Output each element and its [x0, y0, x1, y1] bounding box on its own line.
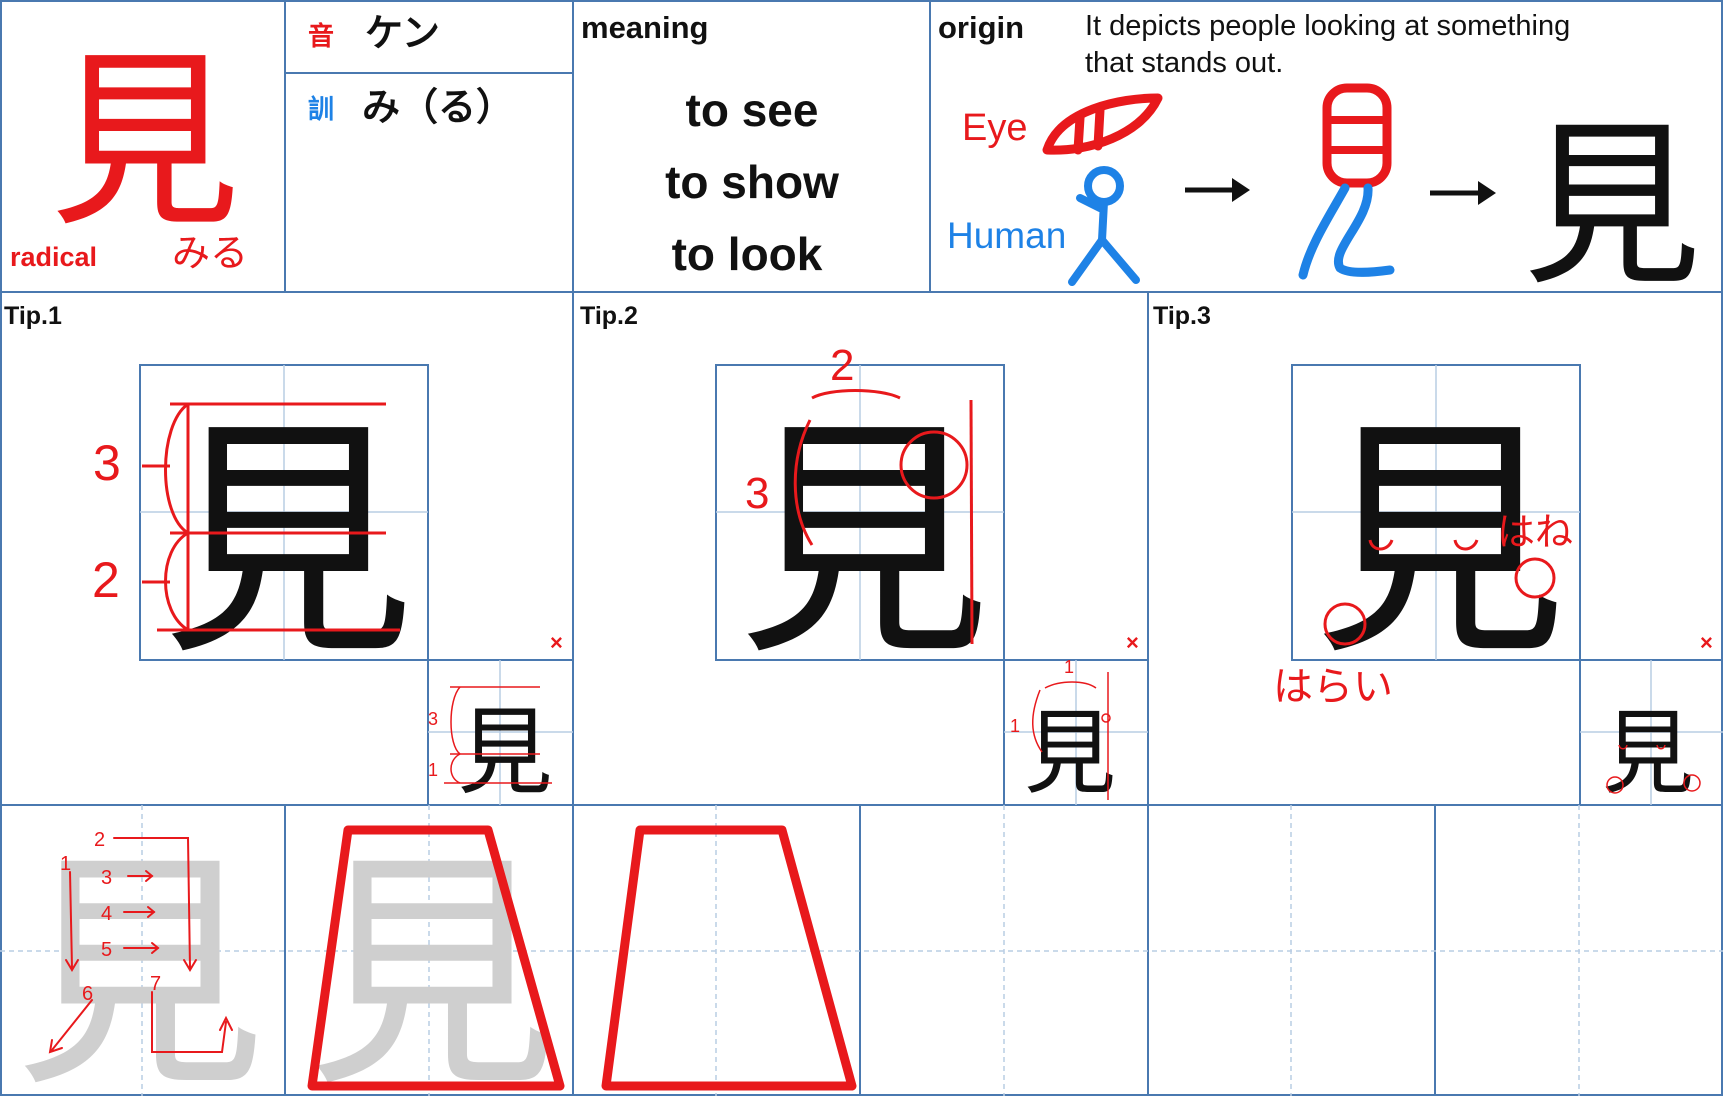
tip-3: Tip.3 見 はね はらい × 見	[1153, 302, 1713, 807]
practice-box-6[interactable]	[1436, 806, 1722, 1095]
kun-reading: み（る）	[362, 85, 514, 129]
meaning-cell: meaning to see to show to look	[581, 10, 839, 280]
human-figure-icon	[1068, 166, 1140, 286]
tip-1-small-ratio-bottom: 1	[428, 760, 438, 780]
tip-3-harai-label: はらい	[1273, 664, 1393, 710]
main-kanji: 見	[50, 32, 240, 253]
meaning-2: to show	[665, 156, 839, 208]
arrow-right-icon-2	[1430, 181, 1496, 205]
shape-trapezoid-outline	[601, 825, 857, 1091]
meaning-title: meaning	[581, 10, 708, 45]
tip-1-small-ratio-top: 3	[428, 709, 438, 729]
tip-2-title: Tip.2	[580, 302, 638, 330]
radical-label: radical	[10, 242, 97, 272]
tip-3-small-kanji: 見	[1602, 700, 1694, 807]
origin-cell: origin It depicts people looking at some…	[938, 10, 1701, 310]
tip-1-small-kanji: 見	[457, 698, 552, 808]
stroke-number-6: 6	[82, 983, 93, 1005]
meaning-3: to look	[672, 228, 823, 280]
trace-cell: 見	[307, 825, 565, 1096]
origin-text-2: that stands out.	[1085, 47, 1283, 79]
stroke-number-3: 3	[101, 867, 112, 889]
tip-3-hane-label: はね	[1497, 510, 1573, 554]
tip-2-small-label-left: 1	[1010, 716, 1020, 736]
tip-1-ratio-top: 3	[93, 435, 121, 491]
on-badge: 音	[308, 21, 334, 52]
stroke-number-5: 5	[101, 939, 112, 961]
stroke-number-1: 1	[60, 853, 71, 875]
meaning-1: to see	[686, 84, 819, 136]
main-kanji-cell: 見 radical みる	[10, 32, 248, 275]
readings-cell: 音 ケン 訓 み（る）	[308, 11, 514, 129]
radical-reading: みる	[172, 231, 248, 275]
tip-2-close-icon: ×	[1126, 630, 1139, 655]
stroke-order-cell: 見 1 2 3 4 5 6 7	[15, 829, 265, 1096]
human-label: Human	[947, 215, 1066, 256]
shape-cell	[601, 825, 857, 1091]
stroke-number-7: 7	[150, 973, 161, 995]
origin-title: origin	[938, 10, 1024, 45]
kun-badge: 訓	[308, 94, 334, 125]
tip-2-kanji: 見	[738, 397, 990, 690]
tip-3-close-icon: ×	[1700, 630, 1713, 655]
eye-drawing-icon	[1042, 93, 1163, 155]
tip-1-title: Tip.1	[4, 302, 62, 330]
stroke-number-2: 2	[94, 829, 105, 851]
stroke-number-4: 4	[101, 903, 112, 925]
on-reading: ケン	[365, 11, 440, 55]
tip-1-kanji: 見	[162, 397, 414, 690]
tip-2-label-top: 2	[830, 341, 854, 390]
tip-2-label-left: 3	[745, 469, 769, 518]
tip-1-close-icon: ×	[550, 630, 563, 655]
practice-box-4[interactable]	[861, 806, 1147, 1095]
origin-final-kanji: 見	[1523, 103, 1701, 310]
kanji-worksheet: 見 radical みる 音 ケン 訓 み（る） meaning to see …	[0, 0, 1723, 1096]
tip-3-title: Tip.3	[1153, 302, 1211, 330]
tip-2-small-label-top: 1	[1064, 657, 1074, 677]
worksheet-canvas: 見 radical みる 音 ケン 訓 み（る） meaning to see …	[0, 0, 1723, 1096]
eye-label: Eye	[962, 107, 1027, 149]
practice-box-5[interactable]	[1149, 806, 1434, 1095]
arrow-right-icon-1	[1185, 178, 1250, 202]
stroke-order-kanji: 見	[15, 830, 265, 1096]
intermediate-glyph-icon	[1298, 83, 1395, 280]
tip-1-ratio-bottom: 2	[92, 552, 120, 608]
origin-text-1: It depicts people looking at something	[1085, 10, 1570, 42]
